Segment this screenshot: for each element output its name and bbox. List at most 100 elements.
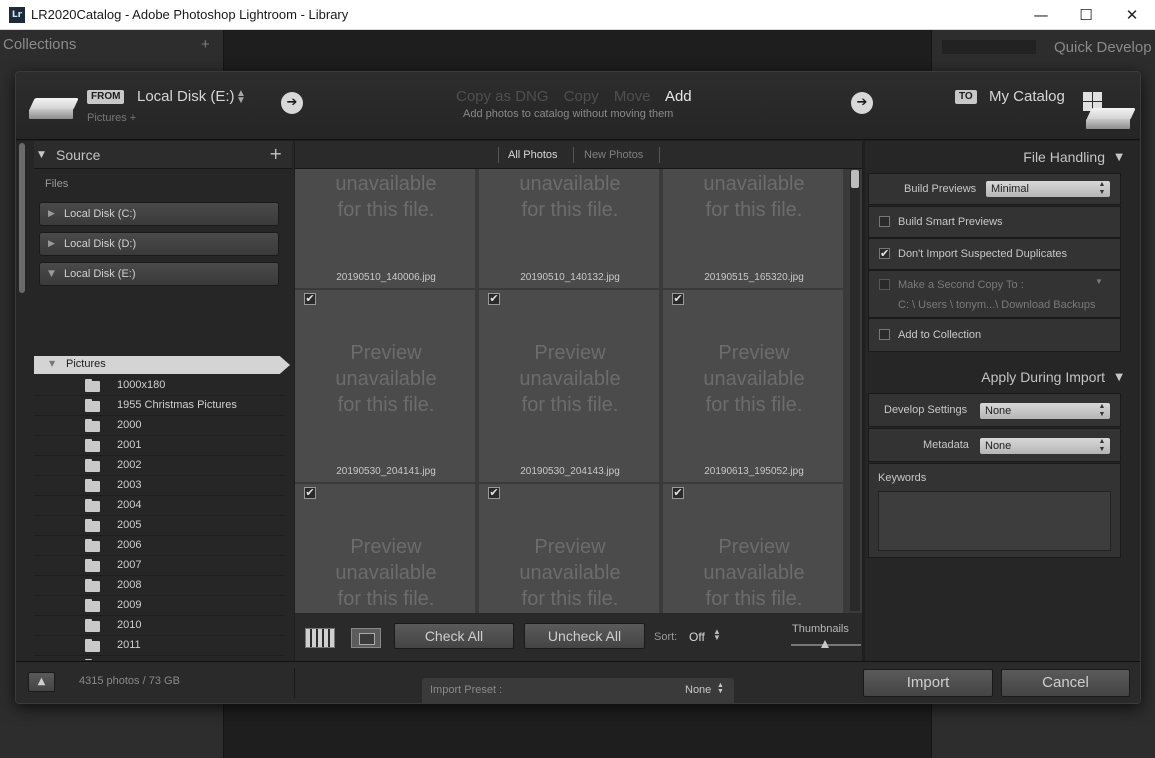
photo-cell[interactable]: unavailable for this file. 20190510_1401… <box>479 169 661 290</box>
smart-previews-row[interactable]: Build Smart Previews <box>868 206 1121 238</box>
collapse-triangle-icon[interactable]: ▼ <box>48 269 55 279</box>
files-label: Files <box>45 178 69 190</box>
second-copy-dropdown-icon[interactable]: ▼ <box>1095 277 1103 286</box>
folder-icon <box>85 379 100 392</box>
folder-row[interactable]: 2002 <box>34 456 284 476</box>
sort-dropdown-arrows-icon[interactable]: ▲ ▼ <box>713 628 721 642</box>
mode-move[interactable]: Move <box>614 88 651 105</box>
folder-label: 2010 <box>117 619 142 631</box>
folder-row[interactable]: 2005 <box>34 516 284 536</box>
destination-catalog: My Catalog <box>989 88 1065 105</box>
check-all-button[interactable]: Check All <box>394 623 514 649</box>
folder-row[interactable]: 2012 <box>34 656 284 660</box>
photo-checkbox[interactable]: ✔ <box>488 293 500 305</box>
photo-cell[interactable]: ✔ Preview unavailable for this file. 201… <box>295 290 477 484</box>
folder-row[interactable]: 1000x180 <box>34 376 284 396</box>
expand-panel-button[interactable]: ▲ <box>28 672 55 692</box>
photo-checkbox[interactable]: ✔ <box>672 487 684 499</box>
source-panel: ▼ Source + Files ▶ Local Disk (C:) ▶ Loc… <box>16 141 294 661</box>
source-panel-header[interactable]: ▼ Source + <box>34 141 292 169</box>
folder-pictures-selected[interactable]: ▼ Pictures <box>34 356 290 374</box>
photo-cell[interactable]: ✔ Preview unavailable for this file. 201… <box>479 290 661 484</box>
folder-row[interactable]: 2008 <box>34 576 284 596</box>
grid-scrollbar-thumb[interactable] <box>851 170 859 188</box>
photo-cell[interactable]: ✔ Preview unavailable for this file. <box>479 484 661 613</box>
collapse-triangle-icon[interactable]: ▼ <box>49 359 55 368</box>
sort-select[interactable]: Off <box>689 630 705 644</box>
source-selector[interactable]: Local Disk (E:) <box>137 88 235 105</box>
photo-count: 4315 photos / 73 GB <box>79 675 180 687</box>
collapse-triangle-icon[interactable]: ▼ <box>1115 372 1123 383</box>
apply-during-import-header[interactable]: Apply During Import ▼ <box>865 364 1127 390</box>
preset-dropdown-arrows-icon[interactable]: ▲ ▼ <box>717 682 724 695</box>
cancel-button[interactable]: Cancel <box>1001 669 1130 697</box>
photo-checkbox[interactable]: ✔ <box>488 487 500 499</box>
grid-scrollbar[interactable] <box>850 170 860 611</box>
folder-label: 2004 <box>117 499 142 511</box>
duplicates-checkbox[interactable]: ✔ <box>879 248 890 259</box>
add-to-collection-row[interactable]: Add to Collection <box>868 318 1121 352</box>
minimize-button[interactable]: — <box>1018 0 1064 30</box>
expand-triangle-icon[interactable]: ▶ <box>48 209 55 219</box>
import-preset-bar[interactable]: Import Preset : None ▲ ▼ <box>422 678 734 703</box>
smart-previews-checkbox[interactable] <box>879 216 890 227</box>
metadata-select[interactable]: None ▲ ▼ <box>980 438 1110 454</box>
import-preset-value[interactable]: None <box>685 684 711 696</box>
folder-icon <box>85 419 100 432</box>
maximize-button[interactable]: ☐ <box>1063 0 1109 30</box>
add-source-icon[interactable]: + <box>269 144 282 163</box>
folder-row[interactable]: 2009 <box>34 596 284 616</box>
close-window-button[interactable]: ✕ <box>1109 0 1155 30</box>
collapse-triangle-icon[interactable]: ▼ <box>1115 152 1123 163</box>
tab-new-photos[interactable]: New Photos <box>584 149 643 161</box>
photo-cell[interactable]: ✔ Preview unavailable for this file. 201… <box>663 290 845 484</box>
preview-unavailable-text: Preview unavailable for this file. <box>703 342 805 416</box>
photo-filename: 20190530_204143.jpg <box>520 466 620 477</box>
folder-label: 2003 <box>117 479 142 491</box>
folder-label: 2002 <box>117 459 142 471</box>
mode-copy-as-dng[interactable]: Copy as DNG <box>456 88 549 105</box>
folder-row[interactable]: 2001 <box>34 436 284 456</box>
photo-filename: 20190510_140132.jpg <box>520 272 620 283</box>
photo-checkbox[interactable]: ✔ <box>304 293 316 305</box>
folder-row[interactable]: 2010 <box>34 616 284 636</box>
photo-cell[interactable]: ✔ Preview unavailable for this file. <box>663 484 845 613</box>
tab-all-photos[interactable]: All Photos <box>508 149 558 161</box>
folder-row[interactable]: 1955 Christmas Pictures <box>34 396 284 416</box>
expand-triangle-icon[interactable]: ▶ <box>48 239 55 249</box>
photo-checkbox[interactable]: ✔ <box>304 487 316 499</box>
folder-row[interactable]: 2007 <box>34 556 284 576</box>
photo-cell[interactable]: ✔ Preview unavailable for this file. <box>295 484 477 613</box>
develop-settings-select[interactable]: None ▲ ▼ <box>980 403 1110 419</box>
folder-row[interactable]: 2006 <box>34 536 284 556</box>
folder-row[interactable]: 2011 <box>34 636 284 656</box>
source-dropdown-arrows-icon[interactable]: ▲ ▼ <box>236 89 246 106</box>
photo-cell[interactable]: unavailable for this file. 20190515_1653… <box>663 169 845 290</box>
second-copy-checkbox[interactable] <box>879 279 890 290</box>
keywords-input[interactable] <box>878 491 1111 551</box>
duplicates-row[interactable]: ✔ Don't Import Suspected Duplicates <box>868 238 1121 270</box>
disk-row-e[interactable]: ▼ Local Disk (E:) <box>39 262 279 286</box>
build-previews-select[interactable]: Minimal ▲ ▼ <box>986 181 1110 197</box>
disk-row-d[interactable]: ▶ Local Disk (D:) <box>39 232 279 256</box>
mode-add[interactable]: Add <box>665 88 692 105</box>
photo-cell[interactable]: unavailable for this file. 20190510_1400… <box>295 169 477 290</box>
file-handling-header[interactable]: File Handling ▼ <box>865 144 1127 170</box>
uncheck-all-button[interactable]: Uncheck All <box>524 623 645 649</box>
disk-row-c[interactable]: ▶ Local Disk (C:) <box>39 202 279 226</box>
second-copy-row[interactable]: Make a Second Copy To : ▼ C: \ Users \ t… <box>868 270 1121 318</box>
grid-view-icon[interactable] <box>305 628 335 648</box>
folder-row[interactable]: 2003 <box>34 476 284 496</box>
folder-row[interactable]: 2000 <box>34 416 284 436</box>
import-button[interactable]: Import <box>863 669 993 697</box>
thumbnails-slider-knob[interactable] <box>821 640 829 648</box>
source-scrollbar[interactable] <box>19 143 25 293</box>
collapse-triangle-icon[interactable]: ▼ <box>38 150 45 160</box>
mode-copy[interactable]: Copy <box>564 88 599 105</box>
add-to-collection-checkbox[interactable] <box>879 329 890 340</box>
folder-row[interactable]: 2004 <box>34 496 284 516</box>
import-mode-selector: Copy as DNG Copy Move Add <box>456 88 703 105</box>
build-previews-row: Build Previews Minimal ▲ ▼ <box>868 173 1121 205</box>
photo-checkbox[interactable]: ✔ <box>672 293 684 305</box>
loupe-view-icon[interactable] <box>351 628 381 648</box>
